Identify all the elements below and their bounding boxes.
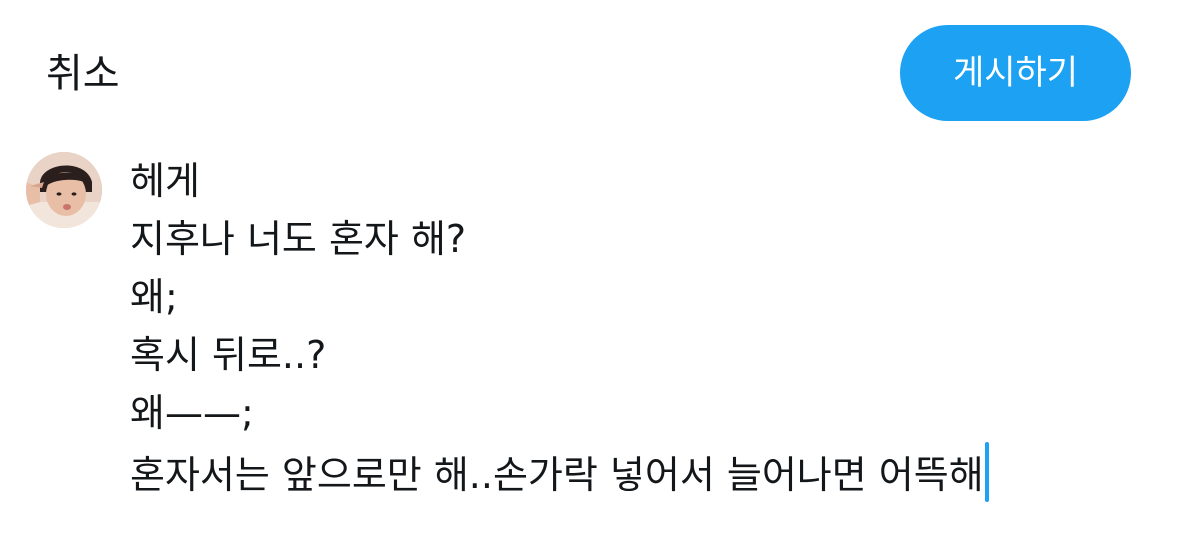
post-button[interactable]: 게시하기 (900, 25, 1131, 121)
user-avatar-icon[interactable] (26, 152, 102, 228)
text-cursor (984, 442, 989, 502)
text-line: 헤게 (130, 159, 200, 203)
cancel-button[interactable]: 취소 (46, 44, 120, 104)
text-line: 지후나 너도 혼자 해? (130, 217, 467, 261)
compose-header: 취소 게시하기 (0, 0, 1179, 140)
tweet-text-input[interactable]: 헤게 지후나 너도 혼자 해? 왜; 혹시 뒤로..? 왜——; 혼자서는 앞으… (130, 152, 1160, 502)
text-line: 혹시 뒤로..? (130, 333, 327, 377)
text-line: 왜——; (130, 391, 254, 435)
text-line-last: 혼자서는 앞으로만 해..손가락 넣어서 늘어나면 어뜩해 (130, 442, 1160, 502)
text-line: 혼자서는 앞으로만 해..손가락 넣어서 늘어나면 어뜩해 (130, 453, 984, 497)
text-line: 왜; (130, 275, 178, 319)
tweet-composer: 헤게 지후나 너도 혼자 해? 왜; 혹시 뒤로..? 왜——; 혼자서는 앞으… (0, 140, 1179, 558)
